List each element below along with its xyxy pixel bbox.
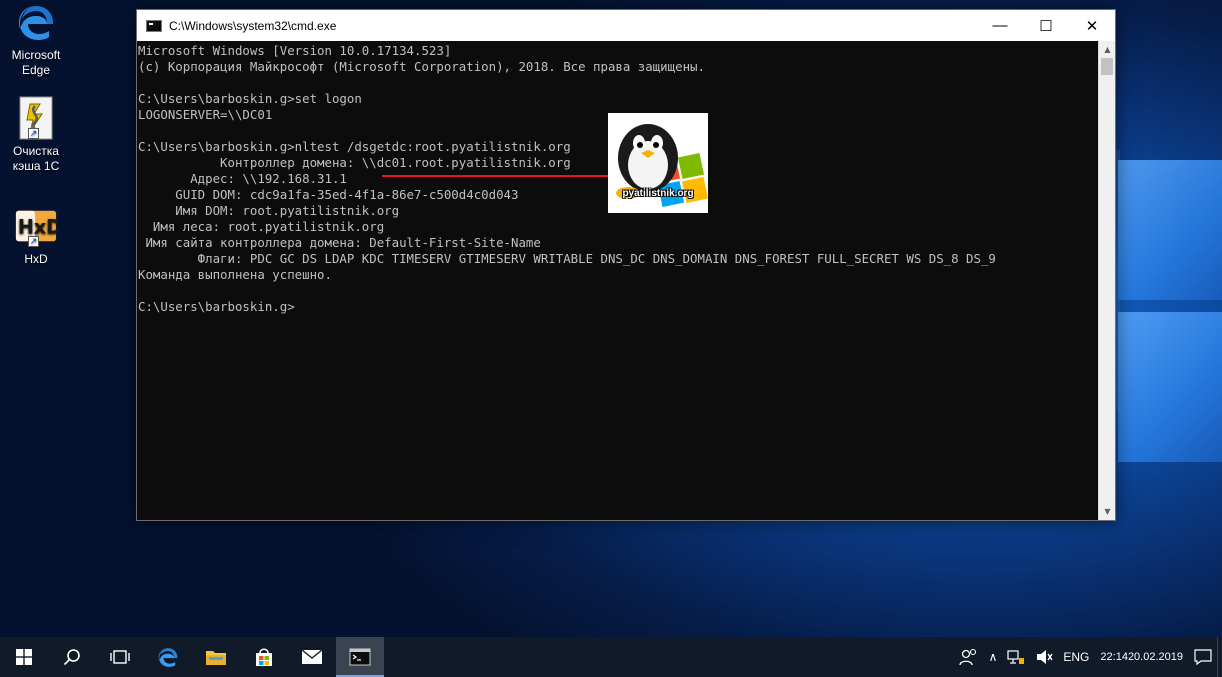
- cmd-window[interactable]: C:\Windows\system32\cmd.exe — ☐ ✕ Micros…: [136, 9, 1116, 521]
- clock-date: 20.02.2019: [1127, 650, 1183, 663]
- console-line: C:\Users\barboskin.g>set logon: [138, 91, 362, 106]
- taskbar-file-explorer[interactable]: [192, 637, 240, 677]
- console-line: Флаги: PDC GC DS LDAP KDC TIMESERV GTIME…: [138, 251, 996, 266]
- console-line: (c) Корпорация Майкрософт (Microsoft Cor…: [138, 59, 705, 74]
- site-logo: pyatilistnik.org: [608, 113, 709, 213]
- input-language-button[interactable]: ENG: [1058, 637, 1094, 677]
- task-view-icon: [110, 650, 130, 664]
- notification-icon: [1194, 649, 1212, 665]
- maximize-icon: ☐: [1039, 17, 1053, 35]
- maximize-button[interactable]: ☐: [1023, 10, 1069, 41]
- vertical-scrollbar[interactable]: ▲ ▼: [1098, 41, 1115, 520]
- chevron-up-icon: ▲: [1104, 45, 1111, 54]
- console-line: Команда выполнена успешно.: [138, 267, 332, 282]
- scroll-down-button[interactable]: ▼: [1099, 503, 1116, 520]
- close-button[interactable]: ✕: [1069, 10, 1115, 41]
- desktop-icon-label: HxD: [24, 252, 48, 266]
- taskbar-mail[interactable]: [288, 637, 336, 677]
- chevron-down-icon: ▼: [1104, 507, 1111, 516]
- taskbar-edge[interactable]: [144, 637, 192, 677]
- hxd-icon: HxD ↗: [14, 204, 58, 248]
- action-center-button[interactable]: [1189, 637, 1217, 677]
- edge-icon: [14, 0, 58, 44]
- desktop-icon-hxd[interactable]: HxD ↗ HxD: [0, 204, 72, 267]
- desktop-icon-label: Microsoft Edge: [11, 48, 61, 77]
- cmd-icon: [146, 19, 162, 32]
- system-tray[interactable]: ∧ ENG 22:14 20.02.2019: [954, 637, 1222, 677]
- minimize-button[interactable]: —: [977, 10, 1023, 41]
- volume-button[interactable]: [1030, 637, 1058, 677]
- chevron-up-icon: ∧: [988, 650, 998, 664]
- people-button[interactable]: [954, 637, 984, 677]
- shortcut-arrow-icon: ↗: [28, 128, 39, 139]
- title-bar[interactable]: C:\Windows\system32\cmd.exe — ☐ ✕: [137, 10, 1115, 41]
- console-line: Имя сайта контроллера домена: Default-Fi…: [138, 235, 541, 250]
- search-button[interactable]: [48, 637, 96, 677]
- desktop-icon-edge[interactable]: Microsoft Edge: [0, 0, 72, 78]
- network-button[interactable]: [1002, 637, 1030, 677]
- console-prompt: C:\Users\barboskin.g>: [138, 299, 295, 314]
- close-icon: ✕: [1085, 17, 1099, 35]
- logo-text: pyatilistnik.org: [622, 188, 694, 199]
- network-icon: [1007, 650, 1025, 664]
- cmd-icon: [349, 648, 371, 666]
- desktop-icon-cache-cleanup[interactable]: ↗ Очистка кэша 1С: [0, 96, 72, 174]
- console-line: Имя леса: root.pyatilistnik.org: [138, 219, 385, 234]
- highlight-underline: [382, 175, 608, 177]
- search-icon: [63, 649, 80, 666]
- start-button[interactable]: [0, 637, 48, 677]
- show-hidden-icons-button[interactable]: ∧: [984, 637, 1003, 677]
- desktop-icon-label: Очистка кэша 1С: [12, 144, 60, 173]
- show-desktop-button[interactable]: [1217, 637, 1222, 677]
- clock-time: 22:14: [1100, 650, 1128, 663]
- batch-file-icon: ↗: [14, 96, 58, 140]
- mail-icon: [301, 649, 323, 664]
- people-icon: [958, 648, 976, 666]
- taskbar-cmd[interactable]: [336, 637, 384, 677]
- scroll-up-button[interactable]: ▲: [1099, 41, 1116, 58]
- minimize-icon: —: [992, 17, 1008, 34]
- taskbar-store[interactable]: [240, 637, 288, 677]
- folder-icon: [206, 651, 226, 665]
- language-indicator: ENG: [1063, 650, 1090, 664]
- task-view-button[interactable]: [96, 637, 144, 677]
- console-line: Microsoft Windows [Version 10.0.17134.52…: [138, 43, 452, 58]
- scroll-thumb[interactable]: [1101, 58, 1113, 75]
- clock-button[interactable]: 22:14 20.02.2019: [1094, 637, 1189, 677]
- speaker-muted-icon: [1037, 650, 1053, 664]
- windows-logo-icon: [16, 649, 32, 665]
- taskbar[interactable]: ∧ ENG 22:14 20.02.2019: [0, 637, 1222, 677]
- store-icon: [256, 648, 272, 666]
- window-title: C:\Windows\system32\cmd.exe: [169, 18, 337, 33]
- shortcut-arrow-icon: ↗: [28, 236, 39, 247]
- edge-icon: [158, 648, 178, 667]
